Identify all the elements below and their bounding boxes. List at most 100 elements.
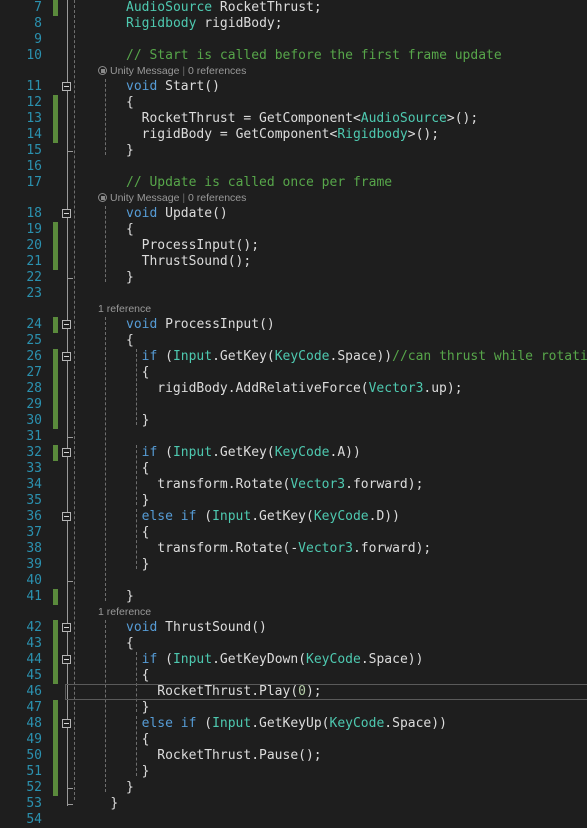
code-line[interactable]: 44 if (Input.GetKeyDown(KeyCode.Space)) [0, 652, 587, 668]
codelens-text[interactable]: 1 reference [98, 605, 151, 620]
codelens-text[interactable]: Unity Message | 0 references [98, 64, 246, 79]
codelens-references[interactable]: 1 reference [98, 303, 151, 315]
code-line[interactable]: 37 { [0, 525, 587, 541]
code-line[interactable]: 43 { [0, 636, 587, 652]
code-line[interactable]: 10 // Start is called before the first fr… [0, 48, 587, 64]
code-text[interactable]: void Start() [126, 79, 220, 95]
code-line[interactable]: 11 void Start() [0, 79, 587, 95]
code-line[interactable]: 47} [0, 700, 587, 716]
code-line[interactable]: 35} [0, 493, 587, 509]
code-line[interactable]: 32 if (Input.GetKey(KeyCode.A)) [0, 445, 587, 461]
code-line[interactable]: 38 transform.Rotate(-Vector3.forward); [0, 541, 587, 557]
code-line[interactable]: 49 { [0, 732, 587, 748]
code-text[interactable]: { [142, 668, 150, 684]
code-text[interactable]: { [126, 333, 134, 349]
code-line[interactable]: 23 [0, 286, 587, 302]
code-text[interactable]: RocketThrust.Play(0); [157, 684, 321, 700]
code-text[interactable]: } [142, 764, 150, 780]
code-text[interactable]: RocketThrust.Pause(); [157, 748, 321, 764]
code-line[interactable]: 51} [0, 764, 587, 780]
code-text[interactable]: if (Input.GetKeyDown(KeyCode.Space)) [142, 652, 424, 668]
code-text[interactable]: } [126, 270, 134, 286]
code-text[interactable]: } [142, 700, 150, 716]
code-text[interactable]: { [142, 525, 150, 541]
code-text[interactable]: rigidBody = GetComponent<Rigidbody>(); [142, 127, 439, 143]
code-line[interactable]: 27 { [0, 365, 587, 381]
code-line[interactable]: 36 else if (Input.GetKey(KeyCode.D)) [0, 509, 587, 525]
code-line[interactable]: 34 transform.Rotate(Vector3.forward); [0, 477, 587, 493]
code-text[interactable]: Rigidbody rigidBody; [126, 16, 283, 32]
code-text[interactable]: AudioSource RocketThrust; [126, 0, 322, 16]
fold-collapse-icon[interactable] [62, 719, 71, 728]
code-text[interactable]: } [142, 413, 150, 429]
code-text[interactable]: } [126, 589, 134, 605]
codelens-references[interactable]: 0 references [188, 65, 246, 77]
code-text[interactable]: { [142, 461, 150, 477]
code-line[interactable]: 16 [0, 159, 587, 175]
code-text[interactable]: transform.Rotate(Vector3.forward); [157, 477, 423, 493]
fold-collapse-icon[interactable] [62, 320, 71, 329]
code-text[interactable]: void ProcessInput() [126, 317, 275, 333]
code-text[interactable]: { [142, 732, 150, 748]
code-line[interactable]: 25 { [0, 333, 587, 349]
code-line[interactable]: 46 RocketThrust.Play(0); [0, 684, 587, 700]
code-text[interactable]: ThrustSound(); [142, 254, 252, 270]
code-line[interactable]: 31 [0, 429, 587, 445]
code-line[interactable]: 20 ProcessInput(); [0, 238, 587, 254]
fold-collapse-icon[interactable] [62, 655, 71, 664]
codelens-annotation[interactable]: Unity Message | 0 references [0, 64, 587, 79]
code-text[interactable]: if (Input.GetKey(KeyCode.A)) [142, 445, 361, 461]
fold-collapse-icon[interactable] [62, 352, 71, 361]
code-text[interactable]: { [126, 95, 134, 111]
code-line[interactable]: 17 // Update is called once per frame [0, 175, 587, 191]
code-text[interactable]: void ThrustSound() [126, 620, 267, 636]
code-text[interactable]: ProcessInput(); [142, 238, 259, 254]
code-line[interactable]: 15} [0, 143, 587, 159]
code-line[interactable]: 21 ThrustSound(); [0, 254, 587, 270]
code-text[interactable]: rigidBody.AddRelativeForce(Vector3.up); [157, 381, 462, 397]
code-text[interactable]: // Start is called before the first fram… [126, 48, 502, 64]
code-text[interactable]: } [142, 557, 150, 573]
code-line[interactable]: 48 else if (Input.GetKeyUp(KeyCode.Space)… [0, 716, 587, 732]
code-text[interactable]: else if (Input.GetKey(KeyCode.D)) [142, 509, 400, 525]
codelens-label[interactable]: Unity Message [110, 192, 179, 204]
codelens-annotation[interactable]: 1 reference [0, 302, 587, 317]
code-text[interactable]: { [126, 222, 134, 238]
code-text[interactable]: RocketThrust = GetComponent<AudioSource>… [142, 111, 479, 127]
codelens-label[interactable]: Unity Message [110, 65, 179, 77]
fold-collapse-icon[interactable] [62, 82, 71, 91]
code-line[interactable]: 14 rigidBody = GetComponent<Rigidbody>(); [0, 127, 587, 143]
code-text[interactable]: } [142, 493, 150, 509]
code-line[interactable]: 52} [0, 780, 587, 796]
code-line[interactable]: 9 [0, 32, 587, 48]
code-line[interactable]: 13 RocketThrust = GetComponent<AudioSourc… [0, 111, 587, 127]
code-text[interactable]: } [126, 143, 134, 159]
codelens-text[interactable]: Unity Message | 0 references [98, 191, 246, 206]
fold-collapse-icon[interactable] [62, 209, 71, 218]
fold-collapse-icon[interactable] [62, 512, 71, 521]
code-line[interactable]: 28 rigidBody.AddRelativeForce(Vector3.up)… [0, 381, 587, 397]
code-editor-surface[interactable]: 7 AudioSource RocketThrust; 8 Rigidbody rig… [0, 0, 587, 828]
code-line[interactable]: 53} [0, 796, 587, 812]
code-text[interactable]: else if (Input.GetKeyUp(KeyCode.Space)) [142, 716, 447, 732]
code-text[interactable]: transform.Rotate(-Vector3.forward); [157, 541, 431, 557]
code-line[interactable]: 24 void ProcessInput() [0, 317, 587, 333]
codelens-text[interactable]: 1 reference [98, 302, 151, 317]
code-line[interactable]: 29 [0, 397, 587, 413]
fold-collapse-icon[interactable] [62, 623, 71, 632]
fold-collapse-icon[interactable] [62, 448, 71, 457]
code-line[interactable]: 40 [0, 573, 587, 589]
code-line[interactable]: 42 void ThrustSound() [0, 620, 587, 636]
code-line[interactable]: 41} [0, 589, 587, 605]
code-line[interactable]: 7 AudioSource RocketThrust; [0, 0, 587, 16]
code-line[interactable]: 30} [0, 413, 587, 429]
code-text[interactable]: } [126, 780, 134, 796]
code-text[interactable]: } [110, 796, 118, 812]
codelens-annotation[interactable]: 1 reference [0, 605, 587, 620]
code-line[interactable]: 12 { [0, 95, 587, 111]
code-line[interactable]: 54 [0, 812, 587, 828]
code-line[interactable]: 8 Rigidbody rigidBody; [0, 16, 587, 32]
codelens-references[interactable]: 1 reference [98, 606, 151, 618]
code-line[interactable]: 33 { [0, 461, 587, 477]
code-text[interactable]: // Update is called once per frame [126, 175, 392, 191]
